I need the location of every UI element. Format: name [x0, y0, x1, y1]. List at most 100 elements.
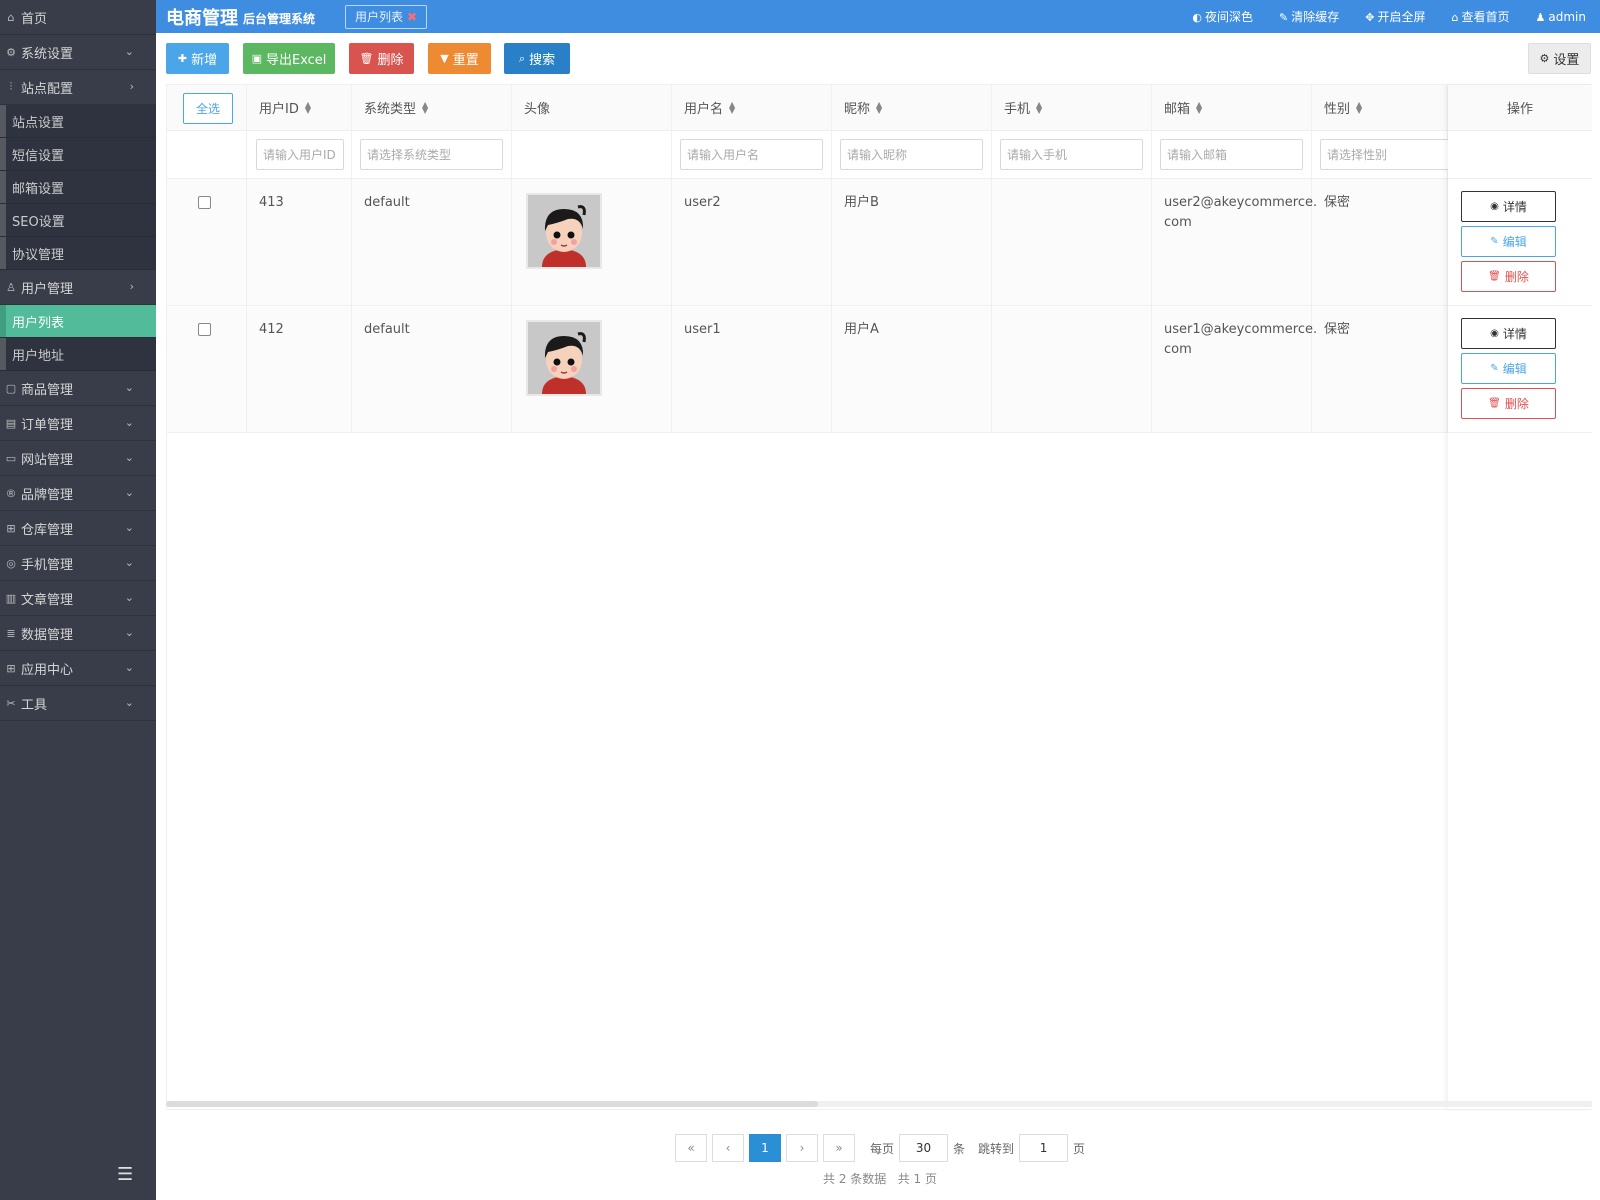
- search-button[interactable]: ⌕ 搜索: [504, 43, 570, 74]
- sidebar-item-site-config[interactable]: ⫶ 站点配置 ›: [0, 70, 156, 105]
- menu-collapse-icon[interactable]: ☰: [117, 1166, 137, 1184]
- sidebar-item-data[interactable]: ≣ 数据管理 ⌄: [0, 616, 156, 651]
- avatar[interactable]: [526, 320, 602, 396]
- monitor-icon: ▭: [5, 451, 17, 465]
- sidebar-item-articles[interactable]: ▥ 文章管理 ⌄: [0, 581, 156, 616]
- export-excel-button[interactable]: ▣ 导出Excel: [243, 43, 335, 74]
- sidebar-subitem-user-list[interactable]: 用户列表: [0, 305, 156, 338]
- column-header-avatar: 头像: [512, 85, 672, 130]
- user-menu-button[interactable]: ♟ admin: [1536, 10, 1586, 24]
- row-delete-button[interactable]: 🗑 删除: [1461, 388, 1556, 419]
- avatar-image: [528, 322, 600, 394]
- sidebar-item-system-settings[interactable]: ⚙ 系统设置 ⌄: [0, 35, 156, 70]
- column-header-gender[interactable]: 性别 ▲ ▼: [1312, 85, 1448, 130]
- user-id-filter-input[interactable]: [256, 139, 344, 170]
- fullscreen-button[interactable]: ✥ 开启全屏: [1365, 8, 1425, 25]
- fullscreen-icon: ✥: [1365, 11, 1375, 24]
- column-header-phone[interactable]: 手机 ▲ ▼: [992, 85, 1152, 130]
- detail-button[interactable]: ◉ 详情: [1461, 318, 1556, 349]
- trash-icon: 🗑: [1488, 271, 1501, 282]
- sidebar-item-label: 订单管理: [21, 417, 74, 433]
- chevron-down-icon: ⌄: [124, 486, 134, 499]
- last-page-button[interactable]: »: [823, 1134, 855, 1162]
- nickname-filter-input[interactable]: [840, 139, 983, 170]
- view-home-button[interactable]: ⌂ 查看首页: [1452, 8, 1510, 25]
- sort-icon[interactable]: ▲ ▼: [305, 100, 311, 114]
- sort-icon[interactable]: ▲ ▼: [1196, 100, 1202, 114]
- column-header-user-id[interactable]: 用户ID ▲ ▼: [247, 85, 352, 130]
- reset-button[interactable]: ▼ 重置: [428, 43, 491, 74]
- system-type-filter-select[interactable]: [360, 139, 503, 170]
- column-header-username[interactable]: 用户名 ▲ ▼: [672, 85, 832, 130]
- sort-icon[interactable]: ▲ ▼: [422, 100, 428, 114]
- night-mode-label: 夜间深色: [1205, 10, 1254, 24]
- sidebar: ⌂ 首页 ⚙ 系统设置 ⌄ ⫶ 站点配置 › 站点设置 短信设置 邮箱设置 SE…: [0, 0, 156, 1200]
- settings-button[interactable]: ⚙ 设置: [1528, 43, 1591, 74]
- clear-cache-label: 清除缓存: [1291, 10, 1340, 24]
- sidebar-item-user-mgmt[interactable]: ♙ 用户管理 ›: [0, 270, 156, 305]
- detail-button[interactable]: ◉ 详情: [1461, 191, 1556, 222]
- per-page-input[interactable]: 30: [899, 1134, 949, 1162]
- column-header-system-type[interactable]: 系统类型 ▲ ▼: [352, 85, 512, 130]
- fullscreen-label: 开启全屏: [1377, 10, 1426, 24]
- page-button-current[interactable]: 1: [749, 1134, 781, 1162]
- circle-icon: ◎: [6, 556, 16, 570]
- scrollbar-thumb[interactable]: [166, 1101, 818, 1107]
- sort-icon[interactable]: ▲ ▼: [1036, 100, 1042, 114]
- sort-icon[interactable]: ▲ ▼: [1356, 100, 1362, 114]
- sidebar-item-mobile[interactable]: ◎ 手机管理 ⌄: [0, 546, 156, 581]
- sidebar-item-home[interactable]: ⌂ 首页: [0, 0, 156, 35]
- sidebar-subitem-user-address[interactable]: 用户地址: [0, 338, 156, 371]
- night-mode-button[interactable]: ◐ 夜间深色: [1192, 8, 1253, 25]
- username-filter-input[interactable]: [680, 139, 823, 170]
- close-icon[interactable]: ✖: [407, 10, 417, 24]
- sidebar-subitem-site-settings[interactable]: 站点设置: [0, 105, 156, 138]
- half-circle-icon: ◐: [1192, 11, 1203, 24]
- first-page-button[interactable]: «: [675, 1134, 707, 1162]
- avatar[interactable]: [526, 193, 602, 269]
- email-line: user2@akeycommerce.: [1164, 195, 1318, 210]
- tab-user-list[interactable]: 用户列表 ✖: [345, 4, 428, 29]
- select-all-button[interactable]: 全选: [183, 93, 233, 124]
- sidebar-item-label: 手机管理: [21, 557, 74, 573]
- chevron-down-icon: ⌄: [124, 451, 134, 464]
- prev-page-button[interactable]: ‹: [712, 1134, 744, 1162]
- column-header-email[interactable]: 邮箱 ▲ ▼: [1152, 85, 1312, 130]
- edit-button[interactable]: ✎ 编辑: [1461, 353, 1556, 384]
- column-header-label: 昵称: [844, 102, 871, 117]
- sidebar-item-label: 网站管理: [21, 452, 74, 468]
- row-delete-button[interactable]: 🗑 删除: [1461, 261, 1556, 292]
- sidebar-item-brands[interactable]: ® 品牌管理 ⌄: [0, 476, 156, 511]
- delete-button[interactable]: 🗑 删除: [349, 43, 414, 74]
- row-checkbox[interactable]: [198, 323, 211, 336]
- edit-button[interactable]: ✎ 编辑: [1461, 226, 1556, 257]
- sidebar-item-warehouse[interactable]: ⊞ 仓库管理 ⌄: [0, 511, 156, 546]
- sidebar-subitem-agreement[interactable]: 协议管理: [0, 237, 156, 270]
- add-button[interactable]: ✚ 新增: [166, 43, 229, 74]
- gender-filter-select[interactable]: [1320, 139, 1463, 170]
- chevron-right-icon: ›: [129, 80, 134, 93]
- phone-filter-input[interactable]: [1000, 139, 1143, 170]
- sidebar-item-tools[interactable]: ✂ 工具 ⌄: [0, 686, 156, 721]
- topbar: 电商管理 后台管理系统 用户列表 ✖ ◐ 夜间深色 ✎ 清除缓存 ✥ 开启全屏 ⌂ 查看…: [156, 0, 1600, 33]
- row-checkbox[interactable]: [198, 196, 211, 209]
- clear-cache-button[interactable]: ✎ 清除缓存: [1279, 8, 1339, 25]
- email-filter-input[interactable]: [1160, 139, 1303, 170]
- sidebar-item-apps[interactable]: ⊞ 应用中心 ⌄: [0, 651, 156, 686]
- sort-icon[interactable]: ▲ ▼: [876, 100, 882, 114]
- sidebar-subitem-mail-settings[interactable]: 邮箱设置: [0, 171, 156, 204]
- column-header-nickname[interactable]: 昵称 ▲ ▼: [832, 85, 992, 130]
- horizontal-scrollbar[interactable]: [166, 1101, 1592, 1107]
- avatar-image: [528, 195, 600, 267]
- select-col-header: 全选: [167, 85, 247, 130]
- jump-page-input[interactable]: 1: [1019, 1134, 1069, 1162]
- pagination: « ‹ 1 › » 每页 30 条 跳转到 1 页: [675, 1134, 1090, 1162]
- sidebar-item-products[interactable]: ▢ 商品管理 ⌄: [0, 371, 156, 406]
- sort-icon[interactable]: ▲ ▼: [729, 100, 735, 114]
- column-header-label: 手机: [1004, 102, 1031, 117]
- next-page-button[interactable]: ›: [786, 1134, 818, 1162]
- sidebar-subitem-seo-settings[interactable]: SEO设置: [0, 204, 156, 237]
- sidebar-subitem-sms-settings[interactable]: 短信设置: [0, 138, 156, 171]
- sidebar-item-orders[interactable]: ▤ 订单管理 ⌄: [0, 406, 156, 441]
- sidebar-item-website[interactable]: ▭ 网站管理 ⌄: [0, 441, 156, 476]
